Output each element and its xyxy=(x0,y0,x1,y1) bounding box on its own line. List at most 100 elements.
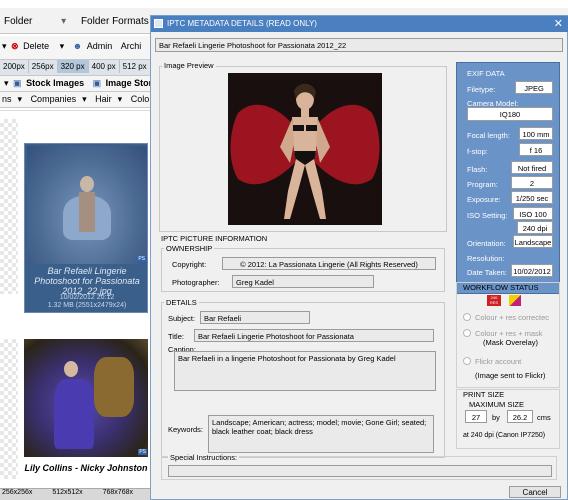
focal-value: 100 mm xyxy=(519,127,553,140)
program-value: 2 xyxy=(511,176,553,189)
workflow-option-3-note: (Image sent to Flickr) xyxy=(475,371,546,380)
bg-menu-colo[interactable]: Colo xyxy=(131,94,150,104)
ps-badge: PS xyxy=(137,256,146,262)
focal-label: Focal length: xyxy=(467,131,510,140)
iptc-dialog: IPTC METADATA DETAILS (READ ONLY) ✕ Bar … xyxy=(150,15,568,500)
status-item: 256x256x xyxy=(2,489,33,496)
bg-archive-button[interactable]: Archi xyxy=(121,41,142,51)
orientation-label: Orientation: xyxy=(467,239,506,248)
dialog-titlebar[interactable]: IPTC METADATA DETAILS (READ ONLY) ✕ xyxy=(151,16,568,32)
thumbnail-date: 10/02/2012 20:12 xyxy=(59,294,115,301)
thumbnail-card[interactable]: Lily Collins - Nicky Johnston PS xyxy=(24,337,148,477)
thumbnail-image xyxy=(24,339,148,457)
status-item: 512x512x xyxy=(52,489,83,496)
workflow-radio-1[interactable] xyxy=(463,313,471,321)
fstop-label: f-stop: xyxy=(467,147,488,156)
photographer-label: Photographer: xyxy=(172,278,220,287)
bg-menu-companies[interactable]: Companies xyxy=(31,94,77,104)
bg-menu-ns[interactable]: ns xyxy=(2,94,12,104)
dialog-title: IPTC METADATA DETAILS (READ ONLY) xyxy=(167,19,317,28)
print-note: at 240 dpi (Canon IP7250) xyxy=(463,432,546,439)
size-tab-400[interactable]: 400 px xyxy=(89,60,120,73)
filetype-value: JPEG xyxy=(515,81,553,94)
program-label: Program: xyxy=(467,180,498,189)
flash-value: Not fired xyxy=(511,161,553,174)
thumbnail-caption: Bar Refaeli Lingerie Photoshoot for Pass… xyxy=(34,266,140,296)
special-instructions-label: Special Instructions: xyxy=(168,453,240,462)
workflow-option-3: Flickr account xyxy=(475,357,522,366)
workflow-radio-2[interactable] xyxy=(463,329,471,337)
details-group: DETAILS Subject: Bar Refaeli Title: Bar … xyxy=(161,298,445,458)
stock-images-button[interactable]: Stock Images xyxy=(26,78,84,88)
bg-folder-formats-menu[interactable]: Folder Formats xyxy=(81,16,149,27)
ownership-group: OWNERSHIP Copyright: © 2012: La Passiona… xyxy=(161,244,445,292)
filetype-label: Filetype: xyxy=(467,85,496,94)
cancel-button[interactable]: Cancel xyxy=(509,486,561,498)
workflow-option-2-note: (Mask Overelay) xyxy=(483,338,539,347)
thumbnail-image xyxy=(27,146,147,264)
print-width: 27 xyxy=(465,410,487,423)
image-preview-group: Image Preview xyxy=(159,61,447,232)
max-size-label: MAXIMUM SIZE xyxy=(469,400,525,409)
ownership-label: OWNERSHIP xyxy=(164,244,215,253)
image-heading: Bar Refaeli Lingerie Photoshoot for Pass… xyxy=(155,38,563,52)
size-tab-256[interactable]: 256px xyxy=(29,60,58,73)
workflow-title: WORKFLOW STATUS xyxy=(463,283,539,292)
iptc-label: IPTC PICTURE INFORMATION xyxy=(161,234,268,243)
bg-delete-button[interactable]: Delete xyxy=(23,41,49,51)
res-badge-icon: 240 RES xyxy=(487,295,501,306)
special-instructions-field xyxy=(168,465,552,477)
title-label: Title: xyxy=(168,332,184,341)
delete-icon: ⊗ xyxy=(11,41,19,51)
print-height: 26.2 xyxy=(507,410,533,423)
exif-panel: EXIF DATA Filetype: JPEG Camera Model: I… xyxy=(456,62,560,294)
copyright-value: © 2012: La Passionata Lingerie (All Righ… xyxy=(222,257,436,270)
fstop-value: f 16 xyxy=(519,143,553,156)
workflow-group: WORKFLOW STATUS 240 RES Colour + res cor… xyxy=(456,282,560,388)
thumbnail-caption: Lily Collins - Nicky Johnston xyxy=(24,463,148,473)
print-unit: cms xyxy=(537,413,551,422)
special-instructions-group: Special Instructions: xyxy=(161,453,557,480)
print-size-group: PRINT SIZE MAXIMUM SIZE 27 by 26.2 cms a… xyxy=(456,389,560,449)
date-label: Date Taken: xyxy=(467,268,507,277)
orientation-value: Landscape xyxy=(513,235,553,248)
image-store-icon: ▣ xyxy=(92,78,102,88)
photographer-value: Greg Kadel xyxy=(232,275,374,288)
bg-folder-menu[interactable]: Folder xyxy=(4,16,32,27)
print-size-title: PRINT SIZE xyxy=(463,390,505,399)
preview-image xyxy=(228,73,382,225)
admin-icon: ☻ xyxy=(72,41,83,51)
workflow-option-1: Colour + res correctec xyxy=(475,313,549,322)
print-by-label: by xyxy=(492,413,500,422)
keywords-value: Landscape; American; actress; model; mov… xyxy=(208,415,434,453)
caption-value: Bar Refaeli in a lingerie Photoshoot for… xyxy=(174,351,436,391)
subject-label: Subject: xyxy=(168,314,196,323)
date-value: 10/02/2012 xyxy=(511,264,553,277)
title-value: Bar Refaeli Lingerie Photoshoot for Pass… xyxy=(194,329,434,342)
dpi-value: 240 dpi xyxy=(517,221,553,234)
thumb-partial xyxy=(0,119,18,294)
app-icon xyxy=(154,19,163,28)
iso-label: ISO Setting: xyxy=(467,211,508,220)
subject-value: Bar Refaeli xyxy=(200,311,310,324)
ps-badge: PS xyxy=(138,449,147,455)
flash-label: Flash: xyxy=(467,165,488,174)
size-tab-512[interactable]: 512 px xyxy=(120,60,151,73)
size-tab-320[interactable]: 320 px xyxy=(57,60,89,73)
size-tab-200[interactable]: 200px xyxy=(0,60,29,73)
workflow-radio-3[interactable] xyxy=(463,357,471,365)
thumb-partial xyxy=(0,339,18,479)
bg-menu-hair[interactable]: Hair xyxy=(95,94,112,104)
thumbnail-size: 1.32 MB (2551x2479x24) xyxy=(47,302,127,309)
bg-admin-button[interactable]: Admin xyxy=(87,41,113,51)
iso-value: ISO 100 xyxy=(513,207,553,220)
stock-images-icon: ▣ xyxy=(13,78,22,88)
details-label: DETAILS xyxy=(164,298,199,307)
close-icon[interactable]: ✕ xyxy=(554,17,563,30)
exposure-label: Exposure: xyxy=(467,195,501,204)
copyright-label: Copyright: xyxy=(172,260,207,269)
image-preview-label: Image Preview xyxy=(162,61,216,70)
thumbnail-card-selected[interactable]: Bar Refaeli Lingerie Photoshoot for Pass… xyxy=(24,143,148,313)
colour-icon xyxy=(509,295,521,306)
exposure-value: 1/250 sec xyxy=(511,191,553,204)
